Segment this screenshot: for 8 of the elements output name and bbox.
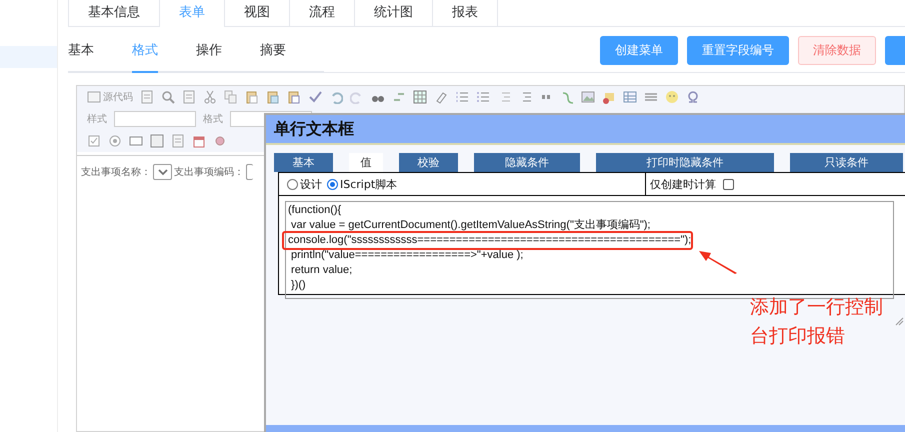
radio-label: IScript脚本 (340, 176, 398, 192)
radio-label: 设计 (300, 176, 322, 192)
dialog-title: 单行文本框 (266, 115, 905, 145)
toolbar-label: 格式 (203, 112, 223, 126)
checkbox-label: 仅创建时计算 (650, 176, 716, 192)
field-label: 支出事项编码： (174, 166, 244, 179)
toolbar-label: 样式 (87, 112, 107, 126)
field-label: 支出事项名称： (81, 166, 151, 179)
